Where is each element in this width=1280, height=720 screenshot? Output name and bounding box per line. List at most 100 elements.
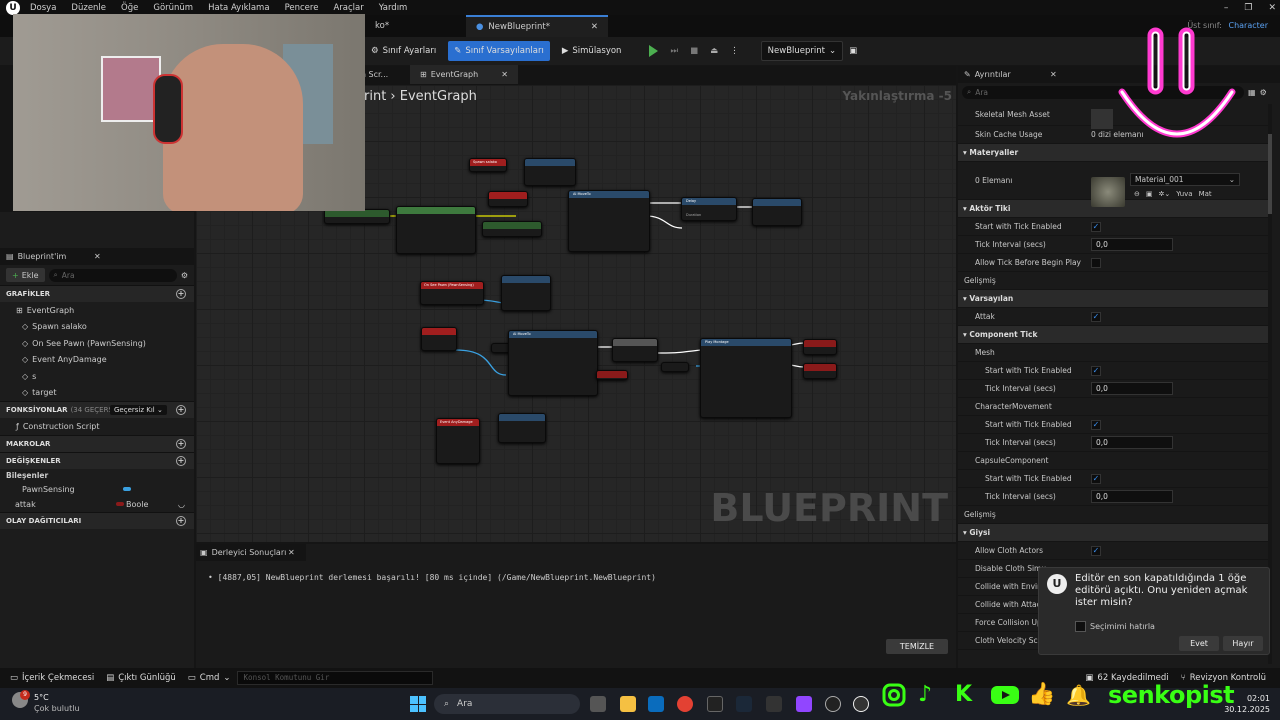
tab-level[interactable]: ko* <box>365 15 399 37</box>
clear-button[interactable]: TEMİZLE <box>886 639 948 654</box>
output-log-button[interactable]: ▤ Çıktı Günlüğü <box>100 668 182 688</box>
table-view-icon[interactable]: ▦ <box>1248 88 1256 97</box>
eject-button[interactable]: ⏏ <box>704 41 724 61</box>
content-drawer-button[interactable]: ▭ İçerik Çekmecesi <box>4 668 100 688</box>
section-header[interactable]: ▾ Giysi <box>958 524 1268 542</box>
debug-object-dropdown[interactable]: NewBlueprint ⌄ <box>760 41 844 61</box>
components-category[interactable]: Bileşenler <box>0 469 194 482</box>
property-row[interactable]: Start with Tick Enabled ✓ <box>958 416 1268 434</box>
close-tab-icon[interactable]: ✕ <box>288 548 295 557</box>
checkbox[interactable]: ✓ <box>1091 545 1101 556</box>
material-dropdown[interactable]: Material_001 ⌄ <box>1130 173 1240 186</box>
override-dropdown[interactable]: Geçersiz Kıl ⌄ <box>110 405 167 415</box>
checkbox[interactable]: ✓ <box>1091 473 1101 484</box>
property-row[interactable]: Start with Tick Enabled ✓ <box>958 362 1268 380</box>
menu-edit[interactable]: Düzenle <box>71 3 106 13</box>
property-row[interactable]: Start with Tick Enabled ✓ <box>958 470 1268 488</box>
graph-item-target[interactable]: ◇ target <box>0 385 194 402</box>
property-row[interactable]: Allow Tick Before Begin Play <box>958 254 1268 272</box>
checkbox[interactable]: ✓ <box>1091 365 1101 376</box>
property-row[interactable]: Allow Cloth Actors ✓ <box>958 542 1268 560</box>
node-play-montage[interactable]: Play Montage <box>700 338 792 418</box>
checkbox[interactable]: ✓ <box>1091 221 1101 232</box>
close-tab-icon[interactable]: ✕ <box>94 252 101 261</box>
file-explorer-icon[interactable] <box>620 696 636 712</box>
my-blueprint-tab[interactable]: ▤ Blueprint'im ✕ <box>0 248 194 265</box>
add-graph-icon[interactable]: + <box>176 289 186 299</box>
close-window-icon[interactable]: ✕ <box>1268 3 1276 13</box>
node-get-player-pawn[interactable] <box>482 221 542 237</box>
node-find-look-at[interactable] <box>396 206 476 254</box>
node-destroy-actor[interactable] <box>498 413 546 443</box>
function-item-construction[interactable]: ƒ Construction Script <box>0 418 194 435</box>
graph-item-anydamage[interactable]: ◇ Event AnyDamage <box>0 352 194 369</box>
node-custom-event[interactable] <box>488 191 528 207</box>
scrollbar-thumb[interactable] <box>1268 134 1272 214</box>
component-group[interactable]: CharacterMovement <box>958 398 1268 416</box>
menu-view[interactable]: Görünüm <box>153 3 193 13</box>
eye-icon[interactable]: ◡ <box>178 500 185 509</box>
add-macro-icon[interactable]: + <box>176 438 186 449</box>
step-button[interactable]: ⏭ <box>664 41 684 61</box>
material-thumbnail[interactable] <box>1091 177 1125 207</box>
menu-window[interactable]: Pencere <box>285 3 319 13</box>
menu-tools[interactable]: Araçlar <box>333 3 363 13</box>
restore-icon[interactable]: ❐ <box>1244 3 1252 13</box>
section-header[interactable]: ▾ Materyaller <box>958 144 1268 162</box>
checkbox[interactable] <box>1091 257 1101 268</box>
mesh-thumbnail[interactable] <box>1091 109 1113 129</box>
node-mesh-var[interactable] <box>661 362 689 372</box>
unreal-taskbar-icon[interactable] <box>825 696 841 712</box>
use-selected-icon[interactable]: ⊖ <box>1134 190 1140 198</box>
numeric-input[interactable]: 0,0 <box>1091 436 1173 449</box>
close-tab-icon[interactable]: ✕ <box>591 22 598 32</box>
node-ai-moveto-2[interactable]: AI MoveTo <box>508 330 598 396</box>
epic-games-icon[interactable] <box>766 696 782 712</box>
section-dispatchers[interactable]: OLAY DAĞITICILARI + <box>0 511 194 529</box>
stop-button[interactable]: ■ <box>684 41 704 61</box>
steam-icon[interactable] <box>736 696 752 712</box>
numeric-input[interactable]: 0,0 <box>1091 238 1173 251</box>
property-row[interactable]: Start with Tick Enabled ✓ <box>958 218 1268 236</box>
store-icon[interactable] <box>648 696 664 712</box>
cmd-dropdown[interactable]: ▭ Cmd ⌄ <box>182 668 237 688</box>
options-icon[interactable]: ✲⌄ <box>1159 190 1171 198</box>
search-input[interactable]: ⌕ Ara <box>48 268 177 282</box>
section-variables[interactable]: DEĞİŞKENLER + <box>0 451 194 469</box>
node-on-see-pawn[interactable]: On See Pawn (PawnSensing) <box>420 281 484 305</box>
app-icon[interactable] <box>707 696 723 712</box>
advanced-subsection[interactable]: Gelişmiş <box>958 272 1268 290</box>
no-button[interactable]: Hayır <box>1223 636 1263 651</box>
settings-icon[interactable]: ⚙ <box>181 271 188 280</box>
tab-eventgraph[interactable]: ⊞ EventGraph ✕ <box>410 65 518 84</box>
property-row[interactable]: Attak ✓ <box>958 308 1268 326</box>
section-header[interactable]: ▾ Varsayılan <box>958 290 1268 308</box>
numeric-input[interactable]: 0,0 <box>1091 490 1173 503</box>
add-button[interactable]: + Ekle <box>6 268 45 282</box>
component-group[interactable]: Mesh <box>958 344 1268 362</box>
node-spawn-actor[interactable] <box>524 158 576 186</box>
mat-button[interactable]: Mat <box>1199 190 1212 198</box>
menu-help[interactable]: Yardım <box>379 3 408 13</box>
checkbox[interactable]: ✓ <box>1091 419 1101 430</box>
class-settings-button[interactable]: ⚙ Sınıf Ayarları <box>365 41 442 61</box>
advanced-subsection[interactable]: Gelişmiş <box>958 506 1268 524</box>
close-tab-icon[interactable]: ✕ <box>1050 70 1057 79</box>
add-variable-icon[interactable]: + <box>176 455 186 466</box>
simulation-button[interactable]: ▶ Simülasyon <box>556 41 628 61</box>
component-item-pawnsensing[interactable]: PawnSensing <box>0 482 194 497</box>
node-delay[interactable]: Delay Duration <box>681 197 737 221</box>
menu-file[interactable]: Dosya <box>30 3 56 13</box>
section-macros[interactable]: MAKROLAR + <box>0 434 194 452</box>
debug-browse-button[interactable]: ▣ <box>843 41 863 61</box>
close-tab-icon[interactable]: ✕ <box>501 70 508 79</box>
menu-asset[interactable]: Öğe <box>121 3 138 13</box>
node-ai-moveto[interactable]: AI MoveTo <box>568 190 650 252</box>
home-button[interactable]: Yuva <box>1176 190 1192 198</box>
node-spawn-salako[interactable]: Spawn salako <box>469 158 507 172</box>
node-get-target[interactable] <box>324 209 390 224</box>
node-set-attak-1[interactable] <box>803 339 837 355</box>
property-row[interactable]: Tick Interval (secs) 0,0 <box>958 488 1268 506</box>
property-row[interactable]: Tick Interval (secs) 0,0 <box>958 236 1268 254</box>
task-view-icon[interactable] <box>590 696 606 712</box>
